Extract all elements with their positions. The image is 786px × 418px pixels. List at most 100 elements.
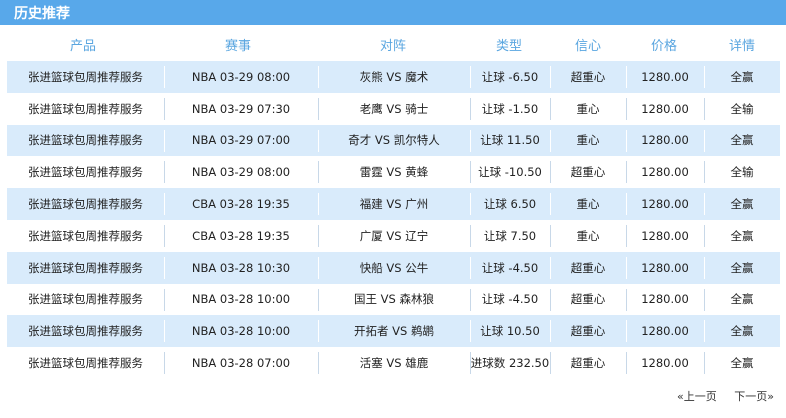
column-divider <box>626 288 627 311</box>
cell-confidence: 超重心 <box>570 69 606 84</box>
cell-price: 1280.00 <box>641 228 689 243</box>
section-header: 历史推荐 <box>0 0 786 25</box>
column-divider <box>550 129 551 152</box>
cell-type: 让球 -1.50 <box>481 101 539 116</box>
cell-confidence: 重心 <box>576 101 600 116</box>
column-divider <box>318 129 319 152</box>
column-divider <box>550 66 551 88</box>
column-divider <box>550 97 551 120</box>
cell-product: 张进篮球包周推荐服务 <box>28 260 143 275</box>
cell-price: 1280.00 <box>641 101 689 116</box>
column-divider <box>550 288 551 311</box>
cell-teams: 雷霆 VS 黄蜂 <box>359 165 429 180</box>
col-header-detail: 详情 <box>728 39 756 54</box>
col-header-match: 赛事 <box>224 39 252 54</box>
cell-product: 张进篮球包周推荐服务 <box>28 324 143 339</box>
column-divider <box>550 224 551 247</box>
column-divider <box>318 66 319 88</box>
cell-product: 张进篮球包周推荐服务 <box>28 228 143 243</box>
cell-match: NBA 03-28 10:00 <box>191 324 291 339</box>
cell-price: 1280.00 <box>641 165 689 180</box>
column-divider <box>550 256 551 279</box>
prev-page-link[interactable]: «上一页 <box>677 390 717 403</box>
column-divider <box>470 320 471 343</box>
table-row: 张进篮球包周推荐服务 NBA 03-29 07:00 奇才 VS 凯尔特人 让球 11… <box>7 124 780 157</box>
cell-type: 让球 -4.50 <box>481 260 539 275</box>
cell-result[interactable]: 全赢 <box>704 188 780 220</box>
column-divider <box>318 193 319 216</box>
cell-confidence: 重心 <box>576 197 600 212</box>
cell-type: 让球 10.50 <box>480 324 540 339</box>
table-row: 张进篮球包周推荐服务 NBA 03-28 10:30 快船 VS 公牛 让球 -4.5… <box>7 251 780 284</box>
cell-price: 1280.00 <box>641 260 689 275</box>
column-divider <box>704 320 705 343</box>
cell-product: 张进篮球包周推荐服务 <box>28 69 143 84</box>
column-divider <box>626 66 627 88</box>
column-divider <box>164 256 165 279</box>
column-divider <box>704 352 705 375</box>
section-title: 历史推荐 <box>14 6 70 22</box>
table-row: 张进篮球包周推荐服务 CBA 03-28 19:35 福建 VS 广州 让球 6.50… <box>7 188 780 220</box>
cell-confidence: 超重心 <box>570 260 606 275</box>
pagination: «上一页 下一页» <box>663 388 774 404</box>
cell-price: 1280.00 <box>641 197 689 212</box>
history-table: 张进篮球包周推荐服务 NBA 03-29 08:00 灰熊 VS 魔术 让球 -6.5… <box>7 61 780 379</box>
cell-product: 张进篮球包周推荐服务 <box>28 356 143 371</box>
cell-result[interactable]: 全赢 <box>704 61 780 93</box>
column-divider <box>470 129 471 152</box>
column-divider <box>470 97 471 120</box>
cell-result[interactable]: 全赢 <box>704 284 780 316</box>
cell-product: 张进篮球包周推荐服务 <box>28 197 143 212</box>
column-divider <box>164 224 165 247</box>
column-divider <box>704 288 705 311</box>
cell-confidence: 超重心 <box>570 324 606 339</box>
cell-confidence: 超重心 <box>570 292 606 307</box>
table-row: 张进篮球包周推荐服务 NBA 03-28 07:00 活塞 VS 雄鹿 进球数 232… <box>7 347 780 379</box>
cell-type: 让球 6.50 <box>483 197 537 212</box>
cell-teams: 快船 VS 公牛 <box>359 260 429 275</box>
cell-match: CBA 03-28 19:35 <box>192 228 290 243</box>
column-divider <box>704 97 705 120</box>
column-divider <box>318 97 319 120</box>
next-page-link[interactable]: 下一页» <box>734 390 774 403</box>
cell-type: 让球 -10.50 <box>478 165 542 180</box>
cell-result[interactable]: 全赢 <box>704 220 780 252</box>
column-divider <box>626 129 627 152</box>
cell-result[interactable]: 全输 <box>704 156 780 188</box>
cell-result[interactable]: 全输 <box>704 93 780 125</box>
cell-match: NBA 03-28 10:30 <box>191 260 291 275</box>
cell-match: NBA 03-28 10:00 <box>191 292 291 307</box>
cell-teams: 活塞 VS 雄鹿 <box>359 356 429 371</box>
cell-teams: 开拓者 VS 鹈鹕 <box>354 324 434 339</box>
column-divider <box>704 161 705 184</box>
column-divider <box>470 224 471 247</box>
cell-type: 让球 11.50 <box>480 133 540 148</box>
column-divider <box>318 352 319 375</box>
cell-teams: 国王 VS 森林狼 <box>354 292 434 307</box>
column-divider <box>164 66 165 88</box>
column-divider <box>550 161 551 184</box>
column-divider <box>164 129 165 152</box>
cell-result[interactable]: 全赢 <box>704 315 780 347</box>
cell-price: 1280.00 <box>641 324 689 339</box>
cell-match: NBA 03-28 07:00 <box>191 356 291 371</box>
cell-type: 让球 7.50 <box>483 228 537 243</box>
cell-result[interactable]: 全赢 <box>704 347 780 379</box>
column-divider <box>626 97 627 120</box>
cell-product: 张进篮球包周推荐服务 <box>28 133 143 148</box>
column-divider <box>318 288 319 311</box>
column-divider <box>470 352 471 375</box>
cell-result[interactable]: 全赢 <box>704 125 780 157</box>
column-divider <box>704 256 705 279</box>
cell-confidence: 超重心 <box>570 356 606 371</box>
table-row: 张进篮球包周推荐服务 NBA 03-29 08:00 雷霆 VS 黄蜂 让球 -10.… <box>7 156 780 188</box>
cell-confidence: 重心 <box>576 133 600 148</box>
column-divider <box>470 193 471 216</box>
cell-teams: 福建 VS 广州 <box>359 197 429 212</box>
column-divider <box>704 129 705 152</box>
cell-type: 让球 -6.50 <box>481 69 539 84</box>
column-divider <box>704 193 705 216</box>
cell-teams: 老鹰 VS 骑士 <box>359 101 429 116</box>
cell-result[interactable]: 全赢 <box>704 252 780 284</box>
column-divider <box>626 256 627 279</box>
